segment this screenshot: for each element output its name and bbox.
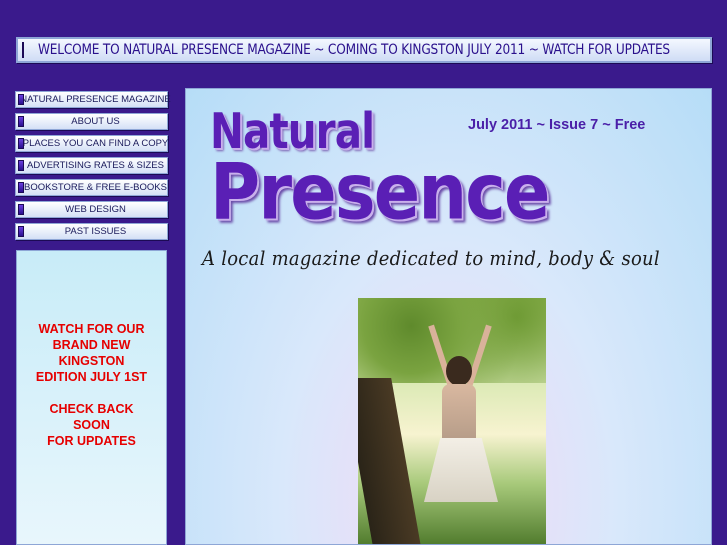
sidebar-nav: NATURAL PRESENCE MAGAZINE ABOUT US PLACE… xyxy=(15,91,171,245)
bullet-icon xyxy=(18,226,24,237)
nav-item-label: PAST ISSUES xyxy=(64,226,127,237)
bullet-icon xyxy=(22,42,24,58)
nav-item-label: ABOUT US xyxy=(71,116,120,127)
bullet-icon xyxy=(18,116,24,127)
bullet-icon xyxy=(18,182,24,193)
bullet-icon xyxy=(18,138,24,149)
nav-item-places[interactable]: PLACES YOU CAN FIND A COPY xyxy=(15,135,168,152)
nav-item-label: WEB DESIGN xyxy=(65,204,126,215)
nav-item-label: ADVERTISING RATES & SIZES xyxy=(27,160,164,171)
nav-item-label: BOOKSTORE & FREE E-BOOKS xyxy=(24,182,167,193)
nav-item-label: PLACES YOU CAN FIND A COPY xyxy=(22,138,169,149)
nav-item-bookstore[interactable]: BOOKSTORE & FREE E-BOOKS xyxy=(15,179,168,196)
logo-presence: Presence xyxy=(210,145,550,237)
figure-head xyxy=(446,356,472,386)
welcome-banner: WELCOME TO NATURAL PRESENCE MAGAZINE ~ C… xyxy=(16,37,712,63)
announcement-panel: WATCH FOR OUR BRAND NEW KINGSTON EDITION… xyxy=(16,250,167,545)
nav-item-about-us[interactable]: ABOUT US xyxy=(15,113,168,130)
nav-item-advertising[interactable]: ADVERTISING RATES & SIZES xyxy=(15,157,168,174)
nav-item-web-design[interactable]: WEB DESIGN xyxy=(15,201,168,218)
figure-skirt xyxy=(424,438,498,502)
bullet-icon xyxy=(18,204,24,215)
nav-item-label: NATURAL PRESENCE MAGAZINE xyxy=(20,94,171,105)
nav-item-magazine[interactable]: NATURAL PRESENCE MAGAZINE xyxy=(15,91,171,108)
announcement-text: WATCH FOR OUR BRAND NEW KINGSTON EDITION… xyxy=(35,322,148,448)
cover-photo xyxy=(358,298,546,544)
banner-text: WELCOME TO NATURAL PRESENCE MAGAZINE ~ C… xyxy=(38,42,670,58)
bullet-icon xyxy=(18,160,24,171)
figure-body xyxy=(442,384,476,442)
tree-trunk xyxy=(358,378,421,544)
main-content: Natural Presence July 2011 ~ Issue 7 ~ F… xyxy=(185,88,712,545)
issue-info: July 2011 ~ Issue 7 ~ Free xyxy=(468,117,646,133)
tagline: A local magazine dedicated to mind, body… xyxy=(202,247,660,270)
bullet-icon xyxy=(18,94,24,105)
nav-item-past-issues[interactable]: PAST ISSUES xyxy=(15,223,168,240)
